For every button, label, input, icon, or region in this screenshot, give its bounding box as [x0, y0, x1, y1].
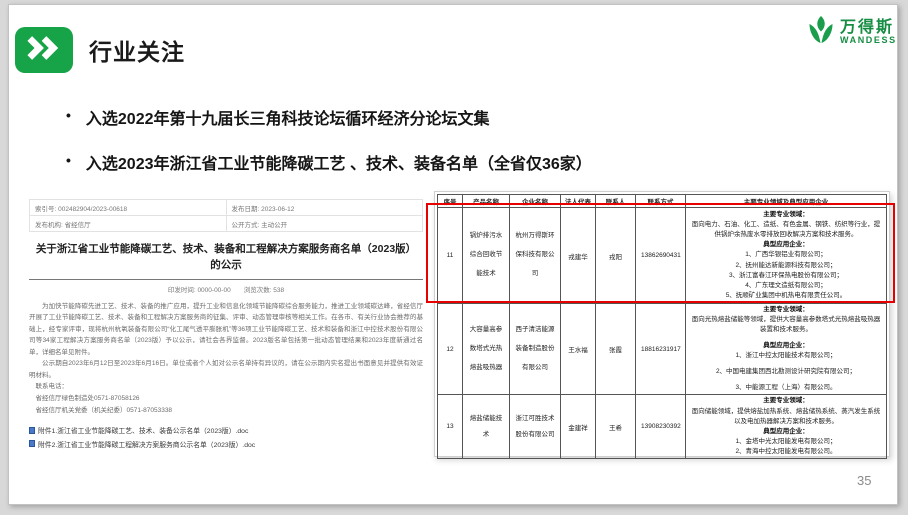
cell-phone: 13862690431 [636, 208, 686, 304]
domain-label: 主要专业领域： [691, 396, 881, 406]
doc-body: 为加快节能降碳先进工艺、技术、装备的推广应用，提升工业和信息化领域节能降碳综合服… [29, 301, 423, 417]
doc-paragraph: 省经信厅机关党委（机关纪委）0571-87053338 [29, 405, 423, 417]
domain-label: 主要专业领域： [691, 210, 881, 220]
attachment-label: 附件2.浙江省工业节能降碳工程解决方案服务商公示名单（2023版）.doc [38, 439, 255, 449]
cell-legal-rep: 王水福 [561, 304, 596, 395]
doc-open-method: 公开方式: 主动公开 [226, 216, 423, 232]
cell-contact: 戎阳 [596, 208, 636, 304]
brand-logo: 万得斯 WANDESS [807, 15, 897, 50]
header-cell: 联系方式 [636, 195, 686, 208]
bullet-item: 入选2023年浙江省工业节能降碳工艺 、技术、装备名单（全省仅36家） [66, 150, 766, 174]
cell-detail: 主要专业领域： 面向电力、石油、化工、造纸、有色金属、钢铁、纺织等行业，提供锅炉… [686, 208, 887, 304]
doc-info-table: 索引号: 002482904/2023-00618 发布日期: 2023-06-… [29, 199, 423, 232]
doc-org: 发布机构: 省经信厅 [30, 216, 227, 232]
cell-no: 12 [438, 304, 463, 395]
header-badge [15, 27, 73, 73]
brand-name: 万得斯 [840, 19, 897, 37]
cell-company: 西子清洁能源装备制造股份有限公司 [510, 304, 561, 395]
header-cell: 主要专业领域及典型应用企业 [686, 195, 887, 208]
domain-text: 面向光热熔盐储能等领域，提供大容量高参数塔式光热熔盐吸热器装置和技术服务。 [691, 315, 881, 335]
cell-contact: 王希 [596, 395, 636, 458]
apps-label: 典型应用企业： [691, 427, 881, 437]
app-item: 4、广东理文造纸有限公司； [691, 281, 881, 291]
domain-label: 主要专业领域： [691, 305, 881, 315]
table-row: 13 熔盐储能技术 浙江可胜技术股份有限公司 金建祥 王希 1390823039… [438, 395, 887, 458]
app-item: 1、金塔中光太阳能发电有限公司； [691, 437, 881, 447]
cell-phone: 18816231917 [636, 304, 686, 395]
header-cell: 序号 [438, 195, 463, 208]
doc-publish-date: 发布日期: 2023-06-12 [226, 200, 423, 216]
bullet-list: 入选2022年第十九届长三角科技论坛循环经济分论坛文集 入选2023年浙江省工业… [66, 105, 766, 195]
doc-divider [29, 279, 423, 280]
app-item: 5、抚顺矿业集团中机热电有限责任公司。 [691, 291, 881, 301]
cell-contact: 张霞 [596, 304, 636, 395]
doc-file-icon [29, 440, 35, 447]
announcement-document: 索引号: 002482904/2023-00618 发布日期: 2023-06-… [29, 199, 423, 452]
app-item: 1、浙江中控太阳能技术有限公司； [691, 351, 881, 361]
app-item: 1、广西华银铝业有限公司； [691, 250, 881, 260]
domain-text: 面向储能领域，提供熔盐加热系统、熔盐储热系统、蒸汽发生系统以及电加热器解决方案和… [691, 407, 881, 427]
page-title: 行业关注 [89, 33, 185, 67]
vendor-table-card: 序号 产品名称 企业名称 法人代表 联系人 联系方式 主要专业领域及典型应用企业… [434, 191, 890, 457]
cell-company: 浙江可胜技术股份有限公司 [510, 395, 561, 458]
doc-paragraph: 为加快节能降碳先进工艺、技术、装备的推广应用，提升工业和信息化领域节能降碳综合服… [29, 301, 423, 359]
attachment-list: 附件1.浙江省工业节能降碳工艺、技术、装备公示名单（2023版）.doc 附件2… [29, 425, 423, 449]
cell-company: 杭州万得斯环保科技有限公司 [510, 208, 561, 304]
cell-legal-rep: 金建祥 [561, 395, 596, 458]
doc-index: 索引号: 002482904/2023-00618 [30, 200, 227, 216]
app-item: 3、中能源工程（上海）有限公司。 [691, 383, 881, 393]
doc-paragraph: 省经信厅绿色制造处0571-87058126 [29, 393, 423, 405]
cell-phone: 13908230392 [636, 395, 686, 458]
brand-name-en: WANDESS [840, 36, 897, 46]
attachment-label: 附件1.浙江省工业节能降碳工艺、技术、装备公示名单（2023版）.doc [38, 425, 248, 435]
page-number: 35 [857, 473, 871, 488]
header-cell: 联系人 [596, 195, 636, 208]
vendor-table: 序号 产品名称 企业名称 法人代表 联系人 联系方式 主要专业领域及典型应用企业… [437, 194, 887, 459]
header-cell: 法人代表 [561, 195, 596, 208]
domain-text: 面向电力、石油、化工、造纸、有色金属、钢铁、纺织等行业，提供锅炉余热废水零排放回… [691, 220, 881, 240]
slide: 行业关注 万得斯 WANDESS 入选2022年第十九届长三角科技论坛循环经济分… [8, 4, 898, 505]
cell-no: 11 [438, 208, 463, 304]
app-item: 3、浙江富春江环保热电股份有限公司； [691, 271, 881, 281]
cell-product: 大容量高参数塔式光热熔盐吸热器 [463, 304, 510, 395]
doc-paragraph: 联系电话： [29, 381, 423, 393]
app-item: 2、青海中控太阳能发电有限公司。 [691, 447, 881, 457]
table-header-row: 序号 产品名称 企业名称 法人代表 联系人 联系方式 主要专业领域及典型应用企业 [438, 195, 887, 208]
table-row: 11 锅炉排污水综合回收节能技术 杭州万得斯环保科技有限公司 戎建华 戎阳 13… [438, 208, 887, 304]
bullet-item: 入选2022年第十九届长三角科技论坛循环经济分论坛文集 [66, 105, 766, 129]
doc-file-icon [29, 427, 35, 434]
doc-title: 关于浙江省工业节能降碳工艺、技术、装备和工程解决方案服务商名单（2023版）的公… [31, 241, 421, 274]
attachment-link[interactable]: 附件1.浙江省工业节能降碳工艺、技术、装备公示名单（2023版）.doc [29, 425, 423, 435]
leaf-icon [807, 15, 835, 50]
cell-no: 13 [438, 395, 463, 458]
header-cell: 产品名称 [463, 195, 510, 208]
apps-label: 典型应用企业： [691, 341, 881, 351]
double-chevron-icon [25, 35, 63, 66]
doc-paragraph: 公示期自2023年6月12日至2023年6月16日。单位或者个人如对公示名单持有… [29, 358, 423, 381]
app-item: 2、中国电建集团西北勘测设计研究院有限公司； [691, 367, 881, 377]
doc-meta: 印发时间: 0000-00-00 浏览次数: 538 [29, 284, 423, 294]
cell-detail: 主要专业领域： 面向光热熔盐储能等领域，提供大容量高参数塔式光热熔盐吸热器装置和… [686, 304, 887, 395]
cell-detail: 主要专业领域： 面向储能领域，提供熔盐加热系统、熔盐储热系统、蒸汽发生系统以及电… [686, 395, 887, 458]
apps-label: 典型应用企业： [691, 240, 881, 250]
table-row: 12 大容量高参数塔式光热熔盐吸热器 西子清洁能源装备制造股份有限公司 王水福 … [438, 304, 887, 395]
cell-legal-rep: 戎建华 [561, 208, 596, 304]
cell-product: 熔盐储能技术 [463, 395, 510, 458]
attachment-link[interactable]: 附件2.浙江省工业节能降碳工程解决方案服务商公示名单（2023版）.doc [29, 439, 423, 449]
header-cell: 企业名称 [510, 195, 561, 208]
cell-product: 锅炉排污水综合回收节能技术 [463, 208, 510, 304]
app-item: 2、抚州能达新能源科技有限公司； [691, 261, 881, 271]
